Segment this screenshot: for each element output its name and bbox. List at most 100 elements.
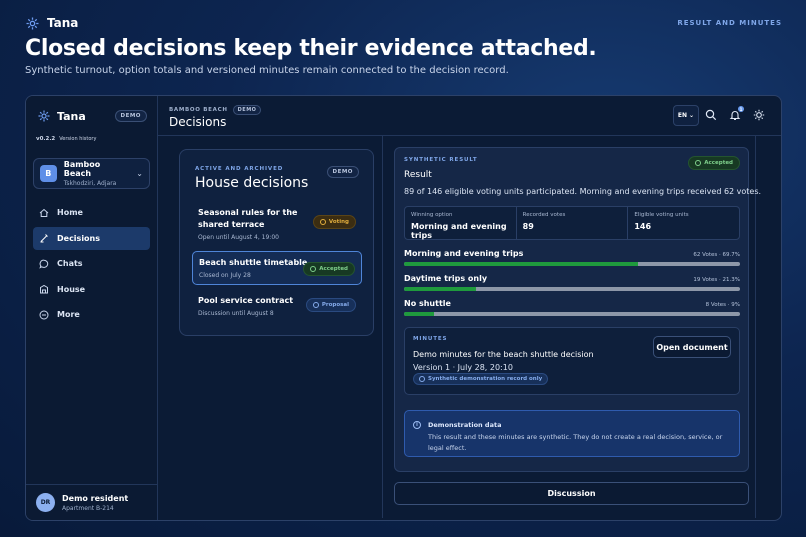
app-window: Tana DEMO v0.2.2 Version history B Bamboo…	[25, 95, 782, 521]
version-info: v0.2.2 Version history	[36, 136, 96, 142]
decision-title: Pool service contract	[198, 296, 294, 305]
option-count: 8 Votes · 9%	[705, 302, 740, 308]
more-icon	[39, 310, 49, 319]
language-select[interactable]: EN ⌄	[673, 105, 699, 126]
sidebar-nav: Home Decisions Chats House More	[33, 201, 150, 329]
notice-title: Demonstration data	[428, 421, 502, 429]
building-icon	[40, 284, 48, 294]
sun-icon	[753, 109, 765, 121]
check-circle-icon	[310, 266, 317, 272]
user-name: Demo resident	[62, 493, 129, 503]
stat-label: Winning option	[411, 212, 453, 218]
stat-recorded-votes: Recorded votes 89	[517, 207, 629, 239]
synthetic-tag-label: Synthetic demonstration record only	[428, 376, 543, 382]
brand[interactable]: Tana	[26, 16, 78, 30]
page-title: Decisions	[169, 115, 227, 129]
status-badge: Proposal	[305, 298, 356, 312]
status-label: Proposal	[321, 302, 349, 308]
stat-value: 146	[634, 222, 652, 231]
decision-title: Beach shuttle timetable	[199, 258, 308, 267]
decision-item-terrace[interactable]: Seasonal rules for the shared terrace Op…	[192, 202, 362, 246]
sidebar-item-more[interactable]: More	[33, 303, 150, 326]
breadcrumb-org[interactable]: BAMBOO BEACH	[169, 107, 228, 113]
sidebar-item-home[interactable]: Home	[33, 201, 150, 224]
sidebar-item-label: House	[57, 284, 86, 294]
panel-title: House decisions	[195, 175, 309, 191]
user-apartment: Apartment B-214	[62, 504, 114, 512]
user-profile[interactable]: DR Demo resident Apartment B-214	[26, 484, 157, 520]
notice-text: This result and these minutes are synthe…	[428, 433, 723, 452]
decisions-panel: ACTIVE AND ARCHIVED House decisions DEMO…	[179, 149, 374, 336]
option-name: Morning and evening trips	[404, 249, 524, 258]
result-stats: Winning option Morning and evening trips…	[404, 206, 740, 240]
option-bar-fill	[404, 287, 476, 291]
sidebar-item-decisions[interactable]: Decisions	[33, 226, 150, 250]
result-summary: 89 of 146 eligible voting units particip…	[404, 187, 762, 196]
info-icon	[312, 302, 319, 308]
breadcrumb: BAMBOO BEACH DEMO	[169, 105, 262, 115]
org-location: Tskhodziri, Adjara	[63, 180, 117, 187]
option-bar	[404, 312, 740, 316]
sidebar-item-chats[interactable]: Chats	[33, 252, 150, 275]
home-icon	[39, 208, 49, 217]
stat-label: Recorded votes	[522, 212, 566, 218]
demo-badge: DEMO	[232, 105, 262, 115]
discussion-button[interactable]: Discussion	[394, 482, 749, 505]
brand-name: Tana	[47, 16, 79, 30]
decisions-icon	[40, 234, 48, 243]
hero-subtitle: Synthetic turnout, option totals and ver…	[25, 65, 509, 76]
stat-winning-option: Winning option Morning and evening trips	[405, 207, 517, 240]
option-count: 62 Votes · 69.7%	[693, 252, 740, 258]
option-result: Morning and evening trips 62 Votes · 69.7…	[404, 249, 740, 266]
option-result: No shuttle 8 Votes · 9%	[404, 299, 740, 316]
org-badge: B	[40, 165, 57, 182]
stat-label: Eligible voting units	[634, 212, 689, 218]
theme-toggle[interactable]	[753, 109, 765, 121]
panel-kicker: ACTIVE AND ARCHIVED	[195, 166, 284, 172]
decision-item-shuttle[interactable]: Beach shuttle timetable Closed on July 2…	[192, 251, 362, 285]
clock-icon	[319, 219, 326, 225]
open-document-button[interactable]: Open document	[653, 336, 731, 358]
option-bar-fill	[404, 312, 435, 316]
chevron-down-icon: ⌄	[689, 112, 695, 119]
status-badge: Accepted	[303, 262, 355, 276]
sidebar-brand: Tana DEMO	[38, 108, 147, 124]
sidebar: Tana DEMO v0.2.2 Version history B Bamboo…	[26, 96, 158, 520]
result-kicker: SYNTHETIC RESULT	[404, 157, 478, 163]
decision-meta: Open until August 4, 19:00	[198, 234, 279, 241]
hero-title: Closed decisions keep their evidence att…	[25, 36, 597, 61]
option-result: Daytime trips only 19 Votes · 21.3%	[404, 274, 740, 291]
option-name: No shuttle	[404, 299, 451, 308]
minutes-card: MINUTES Demo minutes for the beach shutt…	[404, 327, 740, 395]
notification-badge: 1	[738, 106, 744, 112]
stat-value: 89	[522, 222, 534, 231]
section-label: RESULT AND MINUTES	[677, 19, 782, 27]
demo-badge: DEMO	[114, 110, 147, 122]
org-switcher[interactable]: B Bamboo Beach Tskhodziri, Adjara ⌄	[33, 158, 150, 189]
stat-eligible-units: Eligible voting units 146	[628, 207, 739, 239]
stat-value: Morning and evening trips	[411, 222, 507, 240]
version-history-link[interactable]: Version history	[59, 136, 96, 142]
status-label: Accepted	[319, 266, 348, 272]
sidebar-item-label: Chats	[57, 259, 83, 268]
decision-item-pool[interactable]: Pool service contract Discussion until A…	[192, 290, 362, 322]
minutes-title: Demo minutes for the beach shuttle decis…	[413, 350, 594, 359]
sidebar-item-label: More	[57, 310, 80, 319]
avatar: DR	[36, 493, 55, 512]
chat-icon	[39, 259, 49, 269]
option-name: Daytime trips only	[404, 274, 488, 283]
option-bar-fill	[404, 262, 639, 266]
option-bar	[404, 262, 740, 266]
search-button[interactable]	[705, 109, 717, 121]
language-value: EN	[677, 112, 688, 119]
site-header: Tana RESULT AND MINUTES	[26, 14, 782, 32]
info-icon: i	[413, 421, 421, 429]
minutes-version: Version 1 · July 28, 20:10	[413, 363, 513, 372]
status-badge: Voting	[312, 215, 356, 229]
org-name: Bamboo Beach	[63, 160, 101, 178]
sidebar-brand-name: Tana	[57, 109, 86, 123]
chevron-down-icon: ⌄	[136, 169, 143, 178]
result-title: Result	[404, 170, 432, 180]
sidebar-item-house[interactable]: House	[33, 278, 150, 301]
notifications-button[interactable]: 1	[729, 106, 744, 121]
